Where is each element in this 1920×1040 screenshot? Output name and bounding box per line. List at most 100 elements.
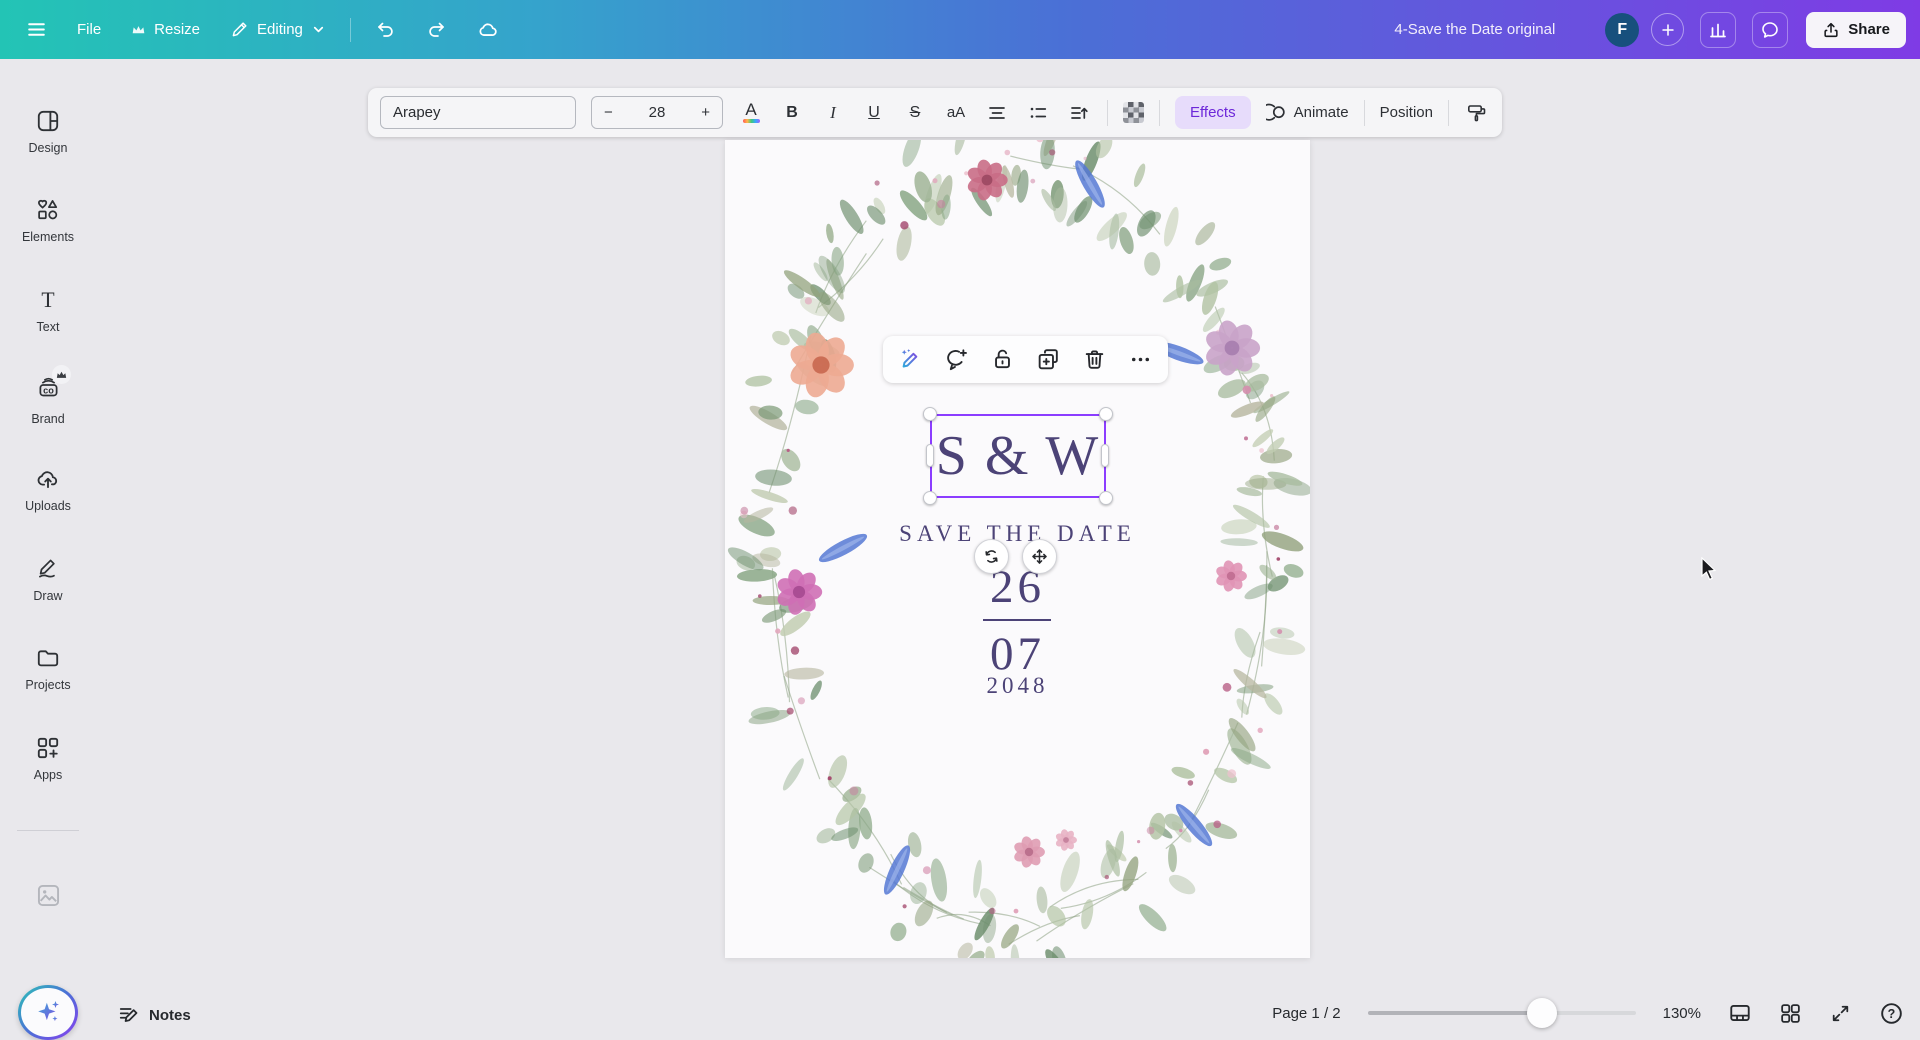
file-menu-button[interactable]: File [65,12,113,47]
text-align-button[interactable] [984,97,1010,129]
move-handle[interactable] [1022,539,1057,574]
toolbar-divider [1364,100,1365,126]
upload-cloud-icon [35,466,61,492]
magic-edit-icon[interactable] [898,347,923,372]
selection-handle-w[interactable] [926,444,934,467]
selection-handle-nw[interactable] [923,407,937,421]
font-size-decrease-button[interactable]: − [604,104,613,121]
crown-icon [131,23,146,36]
underline-button[interactable]: U [861,97,887,129]
zoom-slider-track-filled [1368,1011,1542,1015]
sidebar-item-design[interactable]: Design [5,103,91,160]
notes-button[interactable]: Notes [118,1004,191,1026]
color-gradient-bar [743,119,760,123]
selection-box [930,414,1106,498]
hamburger-icon [26,19,47,40]
bold-button[interactable]: B [779,97,805,129]
share-button[interactable]: Share [1806,12,1906,48]
add-comment-icon[interactable] [944,347,969,372]
pages-view-button[interactable] [1728,1001,1752,1025]
font-size-value[interactable]: 28 [649,104,666,121]
delete-trash-icon[interactable] [1082,347,1107,372]
side-rail: Design Elements T Text co Brand Uploads … [0,59,96,1040]
fullscreen-button[interactable] [1829,1002,1852,1025]
editing-mode-dropdown[interactable]: Editing [218,11,338,48]
plus-icon [1659,21,1677,39]
sidebar-item-text[interactable]: T Text [5,282,91,339]
undo-icon [375,19,396,40]
undo-button[interactable] [363,10,408,49]
text-color-button[interactable]: A [738,97,764,129]
premium-crown-badge [52,365,71,384]
year-text[interactable]: 2048 [725,673,1310,699]
grid-view-button[interactable] [1779,1002,1802,1025]
bar-chart-icon [1708,20,1728,40]
notes-icon [118,1004,140,1026]
fullscreen-icon [1829,1002,1852,1025]
comments-button[interactable] [1752,12,1788,48]
subtitle-text[interactable]: SAVE THE DATE [725,521,1310,547]
cloud-save-status-button[interactable] [465,10,511,50]
position-button[interactable]: Position [1380,104,1433,121]
toolbar-divider [1107,100,1108,126]
date-divider-line[interactable] [983,619,1051,621]
add-member-button[interactable] [1651,13,1684,46]
selection-handle-sw[interactable] [923,491,937,505]
help-button[interactable]: ? [1879,1001,1904,1026]
transparency-button[interactable] [1123,102,1144,123]
toolbar-divider [1448,100,1449,126]
selection-handle-se[interactable] [1099,491,1113,505]
more-options-icon[interactable] [1128,347,1153,372]
rotate-icon [982,547,1001,566]
floral-wreath-illustration[interactable] [725,140,1310,958]
chevron-down-icon [311,22,326,37]
avatar[interactable]: F [1605,13,1639,47]
sidebar-item-projects[interactable]: Projects [5,641,91,698]
magic-ai-button[interactable] [18,985,78,1040]
document-title[interactable]: 4-Save the Date original [1394,21,1555,38]
selection-handle-ne[interactable] [1099,407,1113,421]
sidebar-item-draw[interactable]: Draw [5,551,91,608]
topbar-divider [350,18,351,42]
help-icon: ? [1879,1001,1904,1026]
rotate-handle[interactable] [974,539,1009,574]
toolbar-divider [1159,100,1160,126]
mouse-cursor [1700,557,1722,581]
animate-button[interactable]: Animate [1266,102,1349,123]
cloud-icon [477,19,499,41]
font-size-increase-button[interactable]: + [701,104,710,121]
insights-button[interactable] [1700,12,1736,48]
day-text[interactable]: 26 [725,560,1310,614]
bullet-list-button[interactable] [1025,97,1051,129]
main-menu-button[interactable] [14,10,59,49]
grid-view-icon [1779,1002,1802,1025]
letter-case-button[interactable]: aA [943,97,969,129]
strikethrough-button[interactable]: S [902,97,928,129]
font-family-selector[interactable]: Arapey [380,96,576,129]
effects-button[interactable]: Effects [1175,96,1251,129]
format-paint-button[interactable] [1464,97,1490,129]
sidebar-item-uploads[interactable]: Uploads [5,461,91,518]
zoom-level[interactable]: 130% [1663,1005,1701,1022]
image-placeholder-icon[interactable] [35,882,62,914]
design-page[interactable]: SAVE THE DATE 26 07 2048 S & W [725,140,1310,958]
text-toolbar: Arapey − 28 + A B I U S aA Effects Anima… [368,88,1502,137]
sidebar-item-apps[interactable]: Apps [5,730,91,787]
zoom-slider[interactable] [1368,998,1636,1028]
sidebar-item-brand[interactable]: co Brand [5,372,91,429]
sidebar-item-elements[interactable]: Elements [5,193,91,250]
design-icon [35,108,61,134]
selection-handle-e[interactable] [1101,444,1109,467]
zoom-slider-thumb[interactable] [1527,998,1557,1028]
duplicate-icon[interactable] [1036,347,1061,372]
italic-button[interactable]: I [820,97,846,129]
share-upload-icon [1822,21,1840,39]
resize-button[interactable]: Resize [119,12,212,47]
line-spacing-button[interactable] [1066,97,1092,129]
comment-bubble-icon [1760,20,1780,40]
apps-grid-icon [35,735,61,761]
unlock-icon[interactable] [990,347,1015,372]
draw-pencil-icon [35,556,61,582]
bottom-controls: Page 1 / 2 130% ? [1272,998,1904,1028]
redo-button[interactable] [414,10,459,49]
